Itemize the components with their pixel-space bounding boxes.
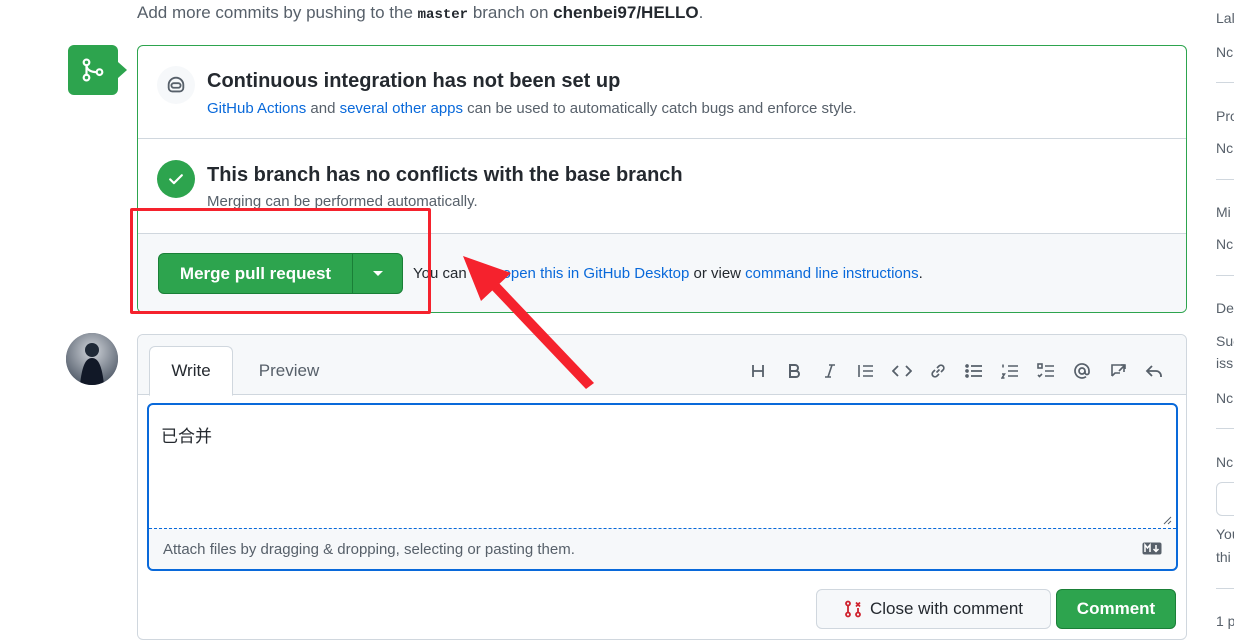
sidebar-milestone-heading[interactable]: Mi [1216,204,1231,220]
sidebar-participants: 1 p [1216,613,1234,629]
sidebar-subscribe-button[interactable] [1216,482,1234,516]
sidebar-labels-value: Nc [1216,44,1234,60]
sidebar-divider [1216,82,1234,83]
sidebar-projects-value: Nc [1216,140,1234,156]
sidebar-development-value: Nc [1216,390,1234,406]
sidebar-notifications-text: You [1216,526,1234,542]
sidebar-divider [1216,428,1234,429]
sidebar-milestone-value: Nc [1216,236,1234,252]
annotation-arrow [463,256,594,389]
sidebar-development-text: Suc [1216,333,1234,349]
sidebar-divider [1216,275,1234,276]
sidebar-divider [1216,588,1234,589]
sidebar-development-text-2: issi [1216,355,1234,371]
sidebar-notifications-heading: Nc [1216,454,1234,470]
sidebar-projects-heading[interactable]: Pro [1216,108,1234,124]
sidebar-notifications-text-2: thi [1216,549,1231,565]
sidebar-labels-heading[interactable]: Lal [1216,10,1234,26]
sidebar-development-heading[interactable]: De [1216,300,1234,316]
sidebar-divider [1216,179,1234,180]
